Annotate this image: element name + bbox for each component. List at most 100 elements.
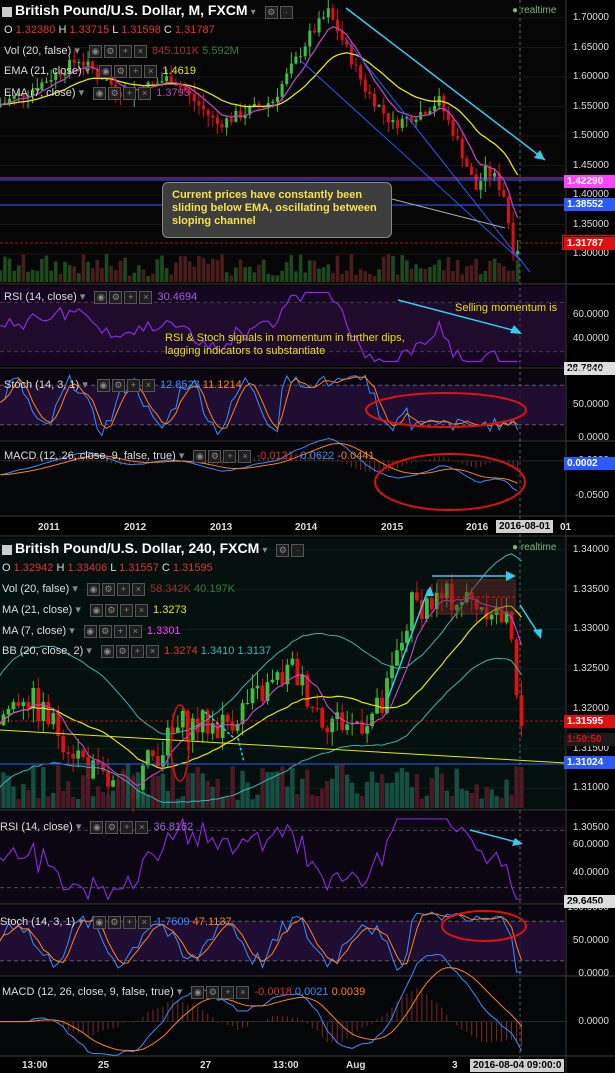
- volume-bar: [414, 774, 420, 808]
- rsi-value: 36.8162: [153, 821, 194, 833]
- volume-bar: [340, 274, 344, 282]
- close-icon[interactable]: ×: [138, 86, 152, 100]
- gear-icon[interactable]: ⚙: [114, 64, 128, 78]
- chevron-down-icon[interactable]: ▾: [262, 545, 267, 556]
- plus-icon[interactable]: +: [124, 290, 138, 304]
- price-tag: 1.38552: [564, 197, 615, 211]
- gear-icon[interactable]: ⚙: [115, 644, 129, 658]
- l-label: L: [110, 562, 117, 574]
- gear-icon[interactable]: ⚙: [101, 582, 115, 596]
- settings-icon[interactable]: ⚙: [264, 5, 278, 19]
- gear-icon[interactable]: ⚙: [104, 603, 118, 617]
- eye-icon[interactable]: ◉: [92, 915, 106, 929]
- plus-icon[interactable]: +: [123, 86, 137, 100]
- collapse-icon[interactable]: [2, 7, 12, 18]
- gear-icon[interactable]: ⚙: [111, 378, 125, 392]
- plus-icon[interactable]: +: [119, 603, 133, 617]
- close-icon[interactable]: ×: [137, 915, 151, 929]
- rsi-annotation-2: RSI & Stoch signals in momentum in furth…: [165, 332, 405, 357]
- gear-icon[interactable]: ⚙: [105, 820, 119, 834]
- eye-icon[interactable]: ◉: [86, 582, 100, 596]
- plus-icon[interactable]: +: [129, 64, 143, 78]
- bottom-ma21-legend[interactable]: MA (21, close) ▾ ◉ ⚙ + × 1.3273: [2, 603, 187, 617]
- volume-bar: [146, 275, 150, 282]
- volume-bar: [155, 775, 161, 808]
- volume-bar: [409, 268, 414, 282]
- more-icon[interactable]: ·: [279, 5, 293, 19]
- chevron-down-icon[interactable]: ▾: [251, 7, 256, 18]
- close-icon[interactable]: ×: [145, 644, 159, 658]
- volume-bar: [439, 773, 445, 808]
- eye-icon[interactable]: ◉: [93, 86, 107, 100]
- top-vol-legend[interactable]: Vol (20, false) ▾ ◉ ⚙ + × 845.101K 5.592M: [4, 44, 239, 58]
- top-ema21-legend[interactable]: EMA (21, close) ▾ ◉ ⚙ + × 1.4619: [4, 64, 196, 78]
- gear-icon[interactable]: ⚙: [98, 624, 112, 638]
- vol-label: Vol (20, false): [4, 45, 72, 57]
- candle-body: [165, 727, 170, 756]
- plus-icon[interactable]: +: [116, 582, 130, 596]
- bottom-macd-legend[interactable]: MACD (12, 26, close, 9, false, true) ▾ ◉…: [2, 985, 365, 999]
- volume-bar: [0, 270, 3, 282]
- close-icon[interactable]: ×: [236, 985, 250, 999]
- plus-icon[interactable]: +: [126, 378, 140, 392]
- bottom-ma7-legend[interactable]: MA (7, close) ▾ ◉ ⚙ + × 1.3301: [2, 624, 181, 638]
- plus-icon[interactable]: +: [221, 985, 235, 999]
- settings-icon[interactable]: ⚙: [276, 543, 290, 557]
- plus-icon[interactable]: +: [113, 624, 127, 638]
- volume-bar: [75, 798, 81, 808]
- volume-bar: [359, 796, 365, 808]
- bottom-vol-legend[interactable]: Vol (20, false) ▾ ◉ ⚙ + × 58.342K 40.197K: [2, 582, 235, 596]
- eye-icon[interactable]: ◉: [83, 624, 97, 638]
- gear-icon[interactable]: ⚙: [208, 449, 222, 463]
- bottom-symbol-title[interactable]: British Pound/U.S. Dollar, 240, FXCM: [15, 540, 259, 556]
- eye-icon[interactable]: ◉: [100, 644, 114, 658]
- close-icon[interactable]: ×: [128, 624, 142, 638]
- gear-icon[interactable]: ⚙: [206, 985, 220, 999]
- eye-icon[interactable]: ◉: [89, 603, 103, 617]
- bottom-stoch-legend[interactable]: Stoch (14, 3, 1) ▾ ◉ ⚙ + × 1.7609 47.1137: [0, 915, 232, 929]
- close-icon[interactable]: ×: [133, 44, 147, 58]
- close-icon[interactable]: ×: [134, 603, 148, 617]
- plus-icon[interactable]: +: [118, 44, 132, 58]
- candle-body: [365, 726, 369, 734]
- top-rsi-legend[interactable]: RSI (14, close) ▾ ◉ ⚙ + × 30.4694: [4, 290, 197, 304]
- eye-icon[interactable]: ◉: [191, 985, 205, 999]
- eye-icon[interactable]: ◉: [99, 64, 113, 78]
- volume-bar: [349, 254, 354, 282]
- macd-tick-label: -0.0500: [575, 489, 609, 501]
- gear-icon[interactable]: ⚙: [103, 44, 117, 58]
- gear-icon[interactable]: ⚙: [108, 86, 122, 100]
- top-ema7-legend[interactable]: EMA (7, close) ▾ ◉ ⚙ + × 1.3793: [4, 86, 190, 100]
- plus-icon[interactable]: +: [120, 820, 134, 834]
- top-symbol-title[interactable]: British Pound/U.S. Dollar, M, FXCM: [15, 2, 248, 18]
- eye-icon[interactable]: ◉: [88, 44, 102, 58]
- volume-bar: [320, 788, 325, 808]
- more-icon[interactable]: ·: [291, 543, 305, 557]
- gear-icon[interactable]: ⚙: [109, 290, 123, 304]
- top-stoch-legend[interactable]: Stoch (14, 3, 1) ▾ ◉ ⚙ + × 12.8523 11.1214: [4, 378, 242, 392]
- close-icon[interactable]: ×: [135, 820, 149, 834]
- volume-bar: [77, 273, 81, 282]
- volume-bar: [429, 777, 435, 808]
- plus-icon[interactable]: +: [122, 915, 136, 929]
- top-macd-legend[interactable]: MACD (12, 26, close, 9, false, true) ▾ ◉…: [4, 449, 375, 463]
- close-icon[interactable]: ×: [144, 64, 158, 78]
- close-icon[interactable]: ×: [238, 449, 252, 463]
- plus-icon[interactable]: +: [130, 644, 144, 658]
- collapse-icon[interactable]: [2, 545, 12, 556]
- candle-body: [429, 598, 434, 609]
- eye-icon[interactable]: ◉: [94, 290, 108, 304]
- gear-icon[interactable]: ⚙: [107, 915, 121, 929]
- close-icon[interactable]: ×: [131, 582, 145, 596]
- candle-body: [382, 105, 386, 114]
- bottom-rsi-legend[interactable]: RSI (14, close) ▾ ◉ ⚙ + × 36.8162: [0, 820, 193, 834]
- bottom-bb-legend[interactable]: BB (20, close, 2) ▾ ◉ ⚙ + × 1.3274 1.3410 1…: [2, 644, 271, 658]
- eye-icon[interactable]: ◉: [90, 820, 104, 834]
- h-value: 1.33406: [67, 562, 108, 574]
- eye-icon[interactable]: ◉: [193, 449, 207, 463]
- close-icon[interactable]: ×: [141, 378, 155, 392]
- eye-icon[interactable]: ◉: [96, 378, 110, 392]
- volume-bar: [260, 768, 265, 808]
- close-icon[interactable]: ×: [139, 290, 153, 304]
- plus-icon[interactable]: +: [223, 449, 237, 463]
